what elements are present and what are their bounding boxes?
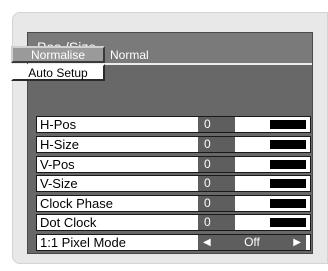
normalise-button[interactable]: Normalise (11, 46, 105, 63)
pixel-mode-value: Off (244, 235, 260, 249)
row-value: 0 (198, 176, 235, 191)
setting-row-h-pos[interactable]: H-Pos 0 (36, 116, 311, 133)
row-label: Clock Phase (40, 196, 113, 211)
adjust-bar[interactable] (270, 199, 306, 208)
setting-row-v-size[interactable]: V-Size 0 (36, 175, 311, 192)
row-value: 0 (198, 196, 235, 211)
adjust-bar[interactable] (270, 218, 306, 227)
row-value: 0 (198, 117, 235, 132)
row-value: 0 (198, 157, 235, 172)
adjust-bar[interactable] (270, 120, 306, 129)
normalise-status: Normal (110, 48, 149, 62)
setting-row-h-size[interactable]: H-Size 0 (36, 136, 311, 153)
row-label: 1:1 Pixel Mode (40, 235, 126, 250)
adjust-bar[interactable] (270, 140, 306, 149)
row-label: H-Pos (40, 117, 77, 132)
setting-row-clock-phase[interactable]: Clock Phase 0 (36, 195, 311, 212)
row-label: H-Size (40, 137, 80, 152)
arrow-right-icon[interactable]: ▶ (293, 235, 301, 250)
adjust-bar[interactable] (270, 160, 306, 169)
setting-row-pixel-mode[interactable]: 1:1 Pixel Mode ◀ Off ▶ (36, 234, 311, 251)
row-label: V-Size (40, 176, 78, 191)
adjust-bar[interactable] (270, 179, 306, 188)
setting-row-v-pos[interactable]: V-Pos 0 (36, 156, 311, 173)
pixel-mode-selector[interactable]: ◀ Off ▶ (198, 235, 306, 250)
row-value: 0 (198, 137, 235, 152)
setting-row-dot-clock[interactable]: Dot Clock 0 (36, 214, 311, 231)
row-label: Dot Clock (40, 215, 97, 230)
row-value: 0 (198, 215, 235, 230)
auto-setup-button[interactable]: Auto Setup (11, 64, 105, 81)
row-label: V-Pos (40, 157, 75, 172)
